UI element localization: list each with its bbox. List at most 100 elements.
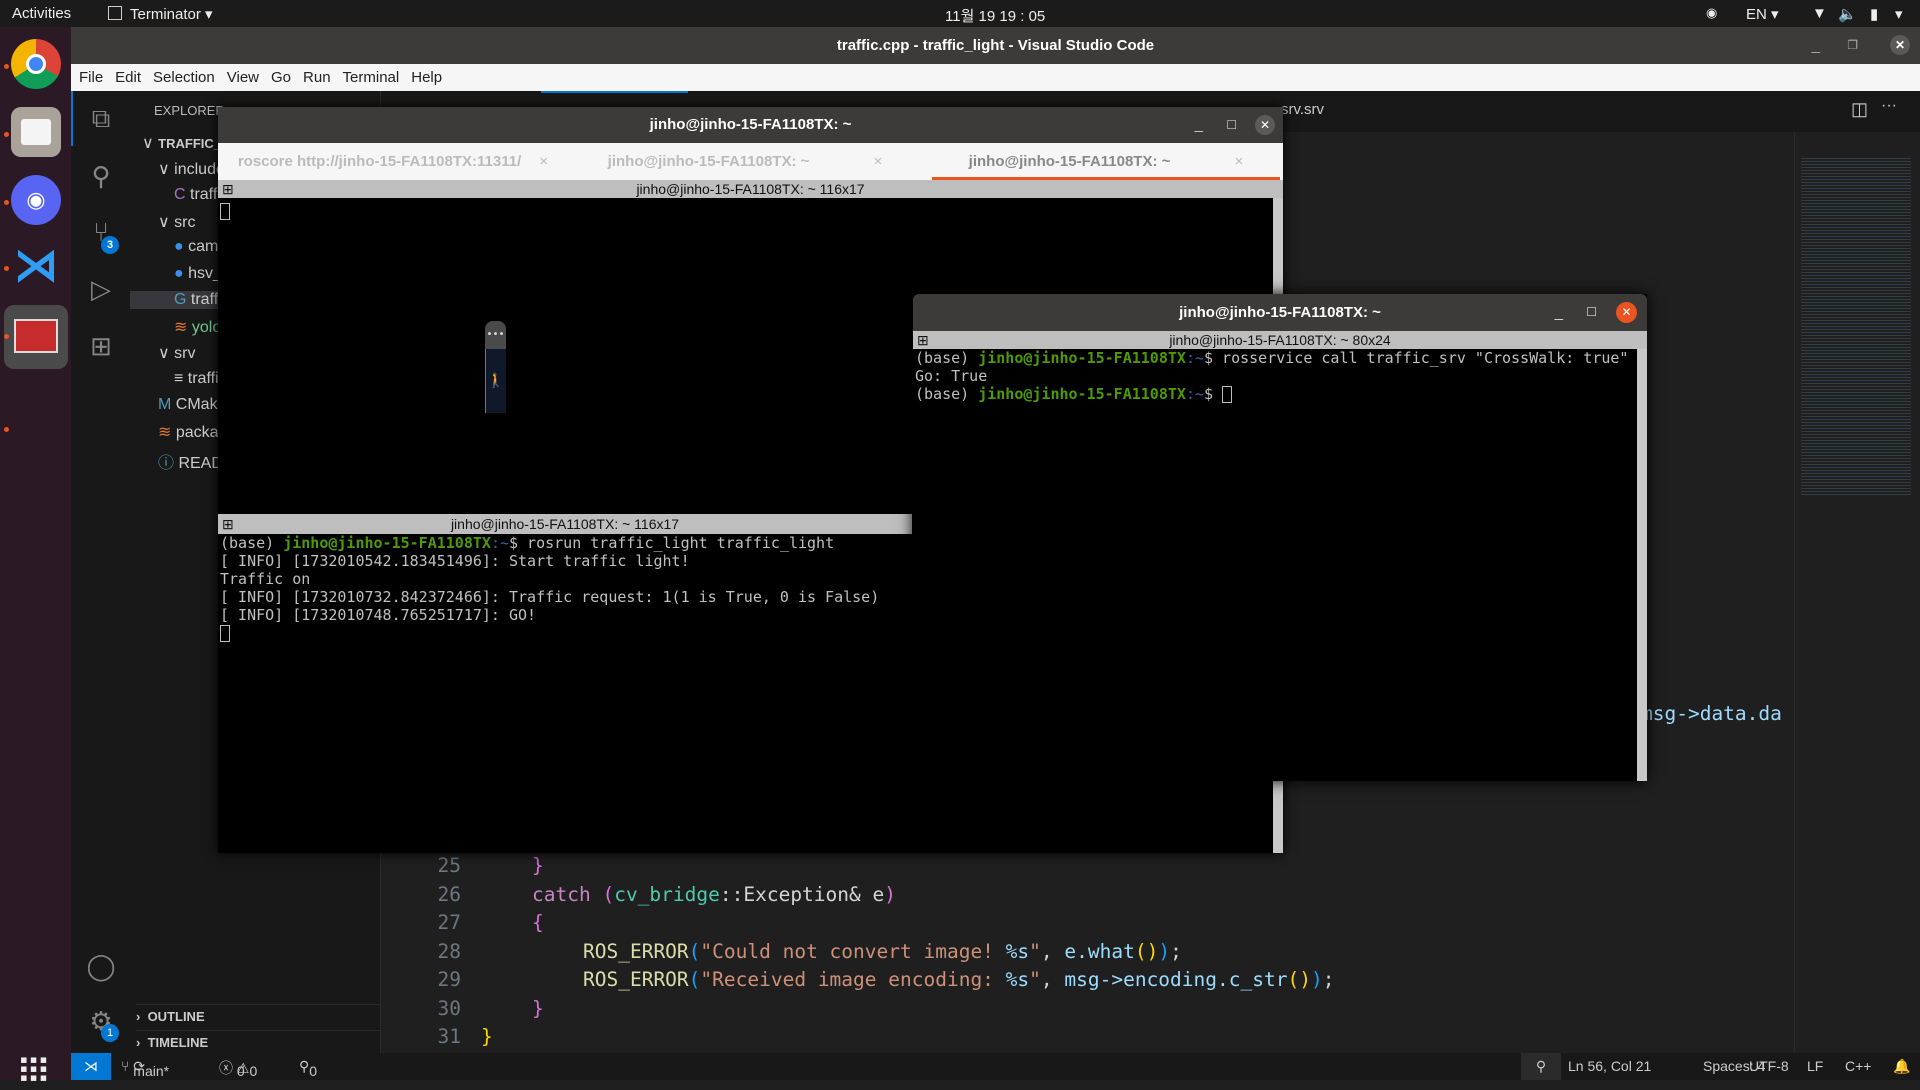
cursor-position[interactable]: Ln 56, Col 21 xyxy=(1568,1058,1651,1074)
discord-icon[interactable]: ◉ xyxy=(11,175,61,225)
cmake-icon: M xyxy=(158,396,176,413)
chrome-icon[interactable] xyxy=(11,39,61,89)
window-title: jinho@jinho-15-FA1108TX: ~ xyxy=(649,116,852,133)
terminal-pane[interactable]: (base) jinho@jinho-15-FA1108TX:~$ rosser… xyxy=(913,349,1637,781)
minimize-button[interactable]: _ xyxy=(1812,27,1820,64)
pane-grid-icon[interactable]: ⊞ xyxy=(222,180,234,198)
line-number: 27 xyxy=(437,911,461,934)
terminal-output-line: [ INFO] [1732010748.765251717]: GO! xyxy=(220,606,537,624)
minimize-button[interactable]: _ xyxy=(1555,294,1563,331)
problems-indicator[interactable]: ⓧ 0 ⚠ 0 xyxy=(219,1058,257,1079)
scrollbar[interactable] xyxy=(1637,349,1647,781)
pane-grid-icon[interactable]: ⊞ xyxy=(917,331,929,349)
close-button[interactable]: ✕ xyxy=(1616,302,1637,323)
clock[interactable]: 11월 19 19 : 05 xyxy=(945,5,1045,26)
activities-button[interactable]: Activities xyxy=(12,5,71,22)
vscode-icon[interactable]: ⋊ xyxy=(11,241,61,291)
wifi-icon[interactable]: ▼ xyxy=(1812,5,1827,22)
explorer-item[interactable]: M CMake xyxy=(158,396,226,414)
close-button[interactable]: ✕ xyxy=(1255,115,1275,135)
restore-button[interactable]: ❐ xyxy=(1847,27,1858,64)
window-title: jinho@jinho-15-FA1108TX: ~ xyxy=(1179,304,1381,321)
menu-selection[interactable]: Selection xyxy=(153,69,215,86)
explorer-item[interactable]: ∨ include xyxy=(158,159,225,179)
pane-header: ⊞ jinho@jinho-15-FA1108TX: ~ 116x17 xyxy=(218,180,1283,198)
pane-grid-icon[interactable]: ⊞ xyxy=(222,514,234,534)
terminal-app-icon xyxy=(108,6,122,20)
vscode-title-bar: traffic.cpp - traffic_light - Visual Stu… xyxy=(71,27,1920,64)
search-icon[interactable]: ⚲ xyxy=(86,161,116,191)
rss-icon: ≋ xyxy=(158,424,176,442)
menu-run[interactable]: Run xyxy=(303,69,331,86)
account-icon[interactable]: ◯ xyxy=(86,951,116,981)
code-line: ROS_ERROR("Received image encoding: %s",… xyxy=(583,968,1335,991)
c-icon: C xyxy=(174,185,190,203)
minimap[interactable] xyxy=(1801,156,1911,496)
maximize-button[interactable]: ☐ xyxy=(1586,294,1597,331)
encoding[interactable]: UTF-8 xyxy=(1749,1058,1789,1074)
menu-terminal[interactable]: Terminal xyxy=(343,69,400,86)
explorer-item[interactable]: ∨ srv xyxy=(158,343,195,363)
folder-icon: ∨ xyxy=(158,345,175,363)
menu-help[interactable]: Help xyxy=(411,69,442,86)
split-editor-icon[interactable]: ◫ xyxy=(1851,99,1868,120)
pedestrian-walk-icon: 🚶 xyxy=(485,349,506,413)
close-button[interactable]: ✕ xyxy=(1890,35,1910,55)
pane-header: ⊞ jinho@jinho-15-FA1108TX: ~ 116x17 xyxy=(218,514,912,534)
extensions-icon[interactable]: ⊞ xyxy=(86,331,116,361)
srv-icon: ≡ xyxy=(174,369,188,387)
explorer-item[interactable]: C traffi xyxy=(174,186,221,204)
explorer-item[interactable]: ∨ src xyxy=(158,212,195,232)
menu-view[interactable]: View xyxy=(227,69,259,86)
explorer-item[interactable]: ≡ traffi xyxy=(174,370,219,388)
root-icon: ∨ xyxy=(142,135,159,152)
terminator-title-bar: jinho@jinho-15-FA1108TX: ~ _ ☐ ✕ xyxy=(218,107,1283,143)
activity-bar: ⧉ ⚲ ⑂ 3 ▷ ⊞ ◯ ⚙ 1 xyxy=(71,91,130,1053)
menu-edit[interactable]: Edit xyxy=(115,69,141,86)
zoom-icon[interactable]: ⚲ xyxy=(1521,1053,1561,1080)
remote-icon[interactable]: ⋊ xyxy=(71,1053,111,1080)
terminator-icon[interactable] xyxy=(4,305,68,369)
show-apps-icon[interactable]: ▪▪▪ ▪▪▪ ▪▪▪ xyxy=(20,1049,49,1089)
outline-section[interactable]: › OUTLINE xyxy=(136,1004,381,1024)
cpp-icon: G xyxy=(174,290,191,308)
pane-header: ⊞ jinho@jinho-15-FA1108TX: ~ 80x24 xyxy=(913,331,1647,349)
outline-label: OUTLINE xyxy=(147,1009,205,1024)
menu-file[interactable]: File xyxy=(79,69,103,86)
app-menu[interactable]: Terminator ▾ xyxy=(130,5,213,23)
battery-icon[interactable]: ▮ xyxy=(1870,5,1878,23)
python-icon: ● xyxy=(174,238,189,256)
tab-terminal-3[interactable]: jinho@jinho-15-FA1108TX: ~ × xyxy=(932,143,1280,180)
discord-tray-icon[interactable]: ◉ xyxy=(1706,5,1717,21)
explorer-item-label: traffi xyxy=(187,369,219,387)
notifications-icon[interactable]: 🔔 xyxy=(1893,1058,1910,1075)
more-actions-icon[interactable]: ··· xyxy=(1881,97,1897,115)
terminator-title-bar: jinho@jinho-15-FA1108TX: ~ _ ☐ ✕ xyxy=(913,294,1647,331)
git-branch[interactable]: ⑂ main* ⟳ xyxy=(121,1058,169,1079)
code-line: } xyxy=(532,854,544,877)
line-number: 29 xyxy=(437,968,461,991)
terminal-output-line: [ INFO] [1732010542.183451496]: Start tr… xyxy=(220,552,690,570)
eol[interactable]: LF xyxy=(1807,1058,1823,1074)
explorer-icon[interactable]: ⧉ xyxy=(86,103,116,133)
terminal-tab-bar: roscore http://jinho-15-FA1108TX:11311/ … xyxy=(218,143,1283,180)
volume-icon[interactable]: 🔈 xyxy=(1838,5,1857,23)
explorer-item-label: traffi xyxy=(190,185,221,203)
explorer-item[interactable]: ∨ TRAFFIC_L xyxy=(142,133,229,153)
system-menu-chevron-icon[interactable]: ▾ xyxy=(1895,5,1903,23)
files-icon[interactable] xyxy=(11,107,61,157)
timeline-section[interactable]: › TIMELINE xyxy=(136,1030,381,1050)
tab-roscore[interactable]: roscore http://jinho-15-FA1108TX:11311/ … xyxy=(218,143,568,180)
ports-indicator[interactable]: ⚲ 0 xyxy=(299,1058,317,1079)
line-number: 30 xyxy=(437,996,461,1020)
menu-go[interactable]: Go xyxy=(271,69,291,86)
language-mode[interactable]: C++ xyxy=(1845,1058,1871,1074)
maximize-button[interactable]: ☐ xyxy=(1226,107,1237,143)
language-indicator[interactable]: EN ▾ xyxy=(1746,5,1779,23)
tab-terminal-2[interactable]: jinho@jinho-15-FA1108TX: ~ × xyxy=(570,143,920,180)
folder-icon: ∨ xyxy=(158,161,175,179)
minimize-button[interactable]: _ xyxy=(1195,107,1203,143)
run-debug-icon[interactable]: ▷ xyxy=(86,274,116,304)
editor-tab-srv[interactable]: srv.srv xyxy=(1281,101,1324,118)
system-top-bar: Activities Terminator ▾ 11월 19 19 : 05 ◉… xyxy=(0,0,1920,27)
